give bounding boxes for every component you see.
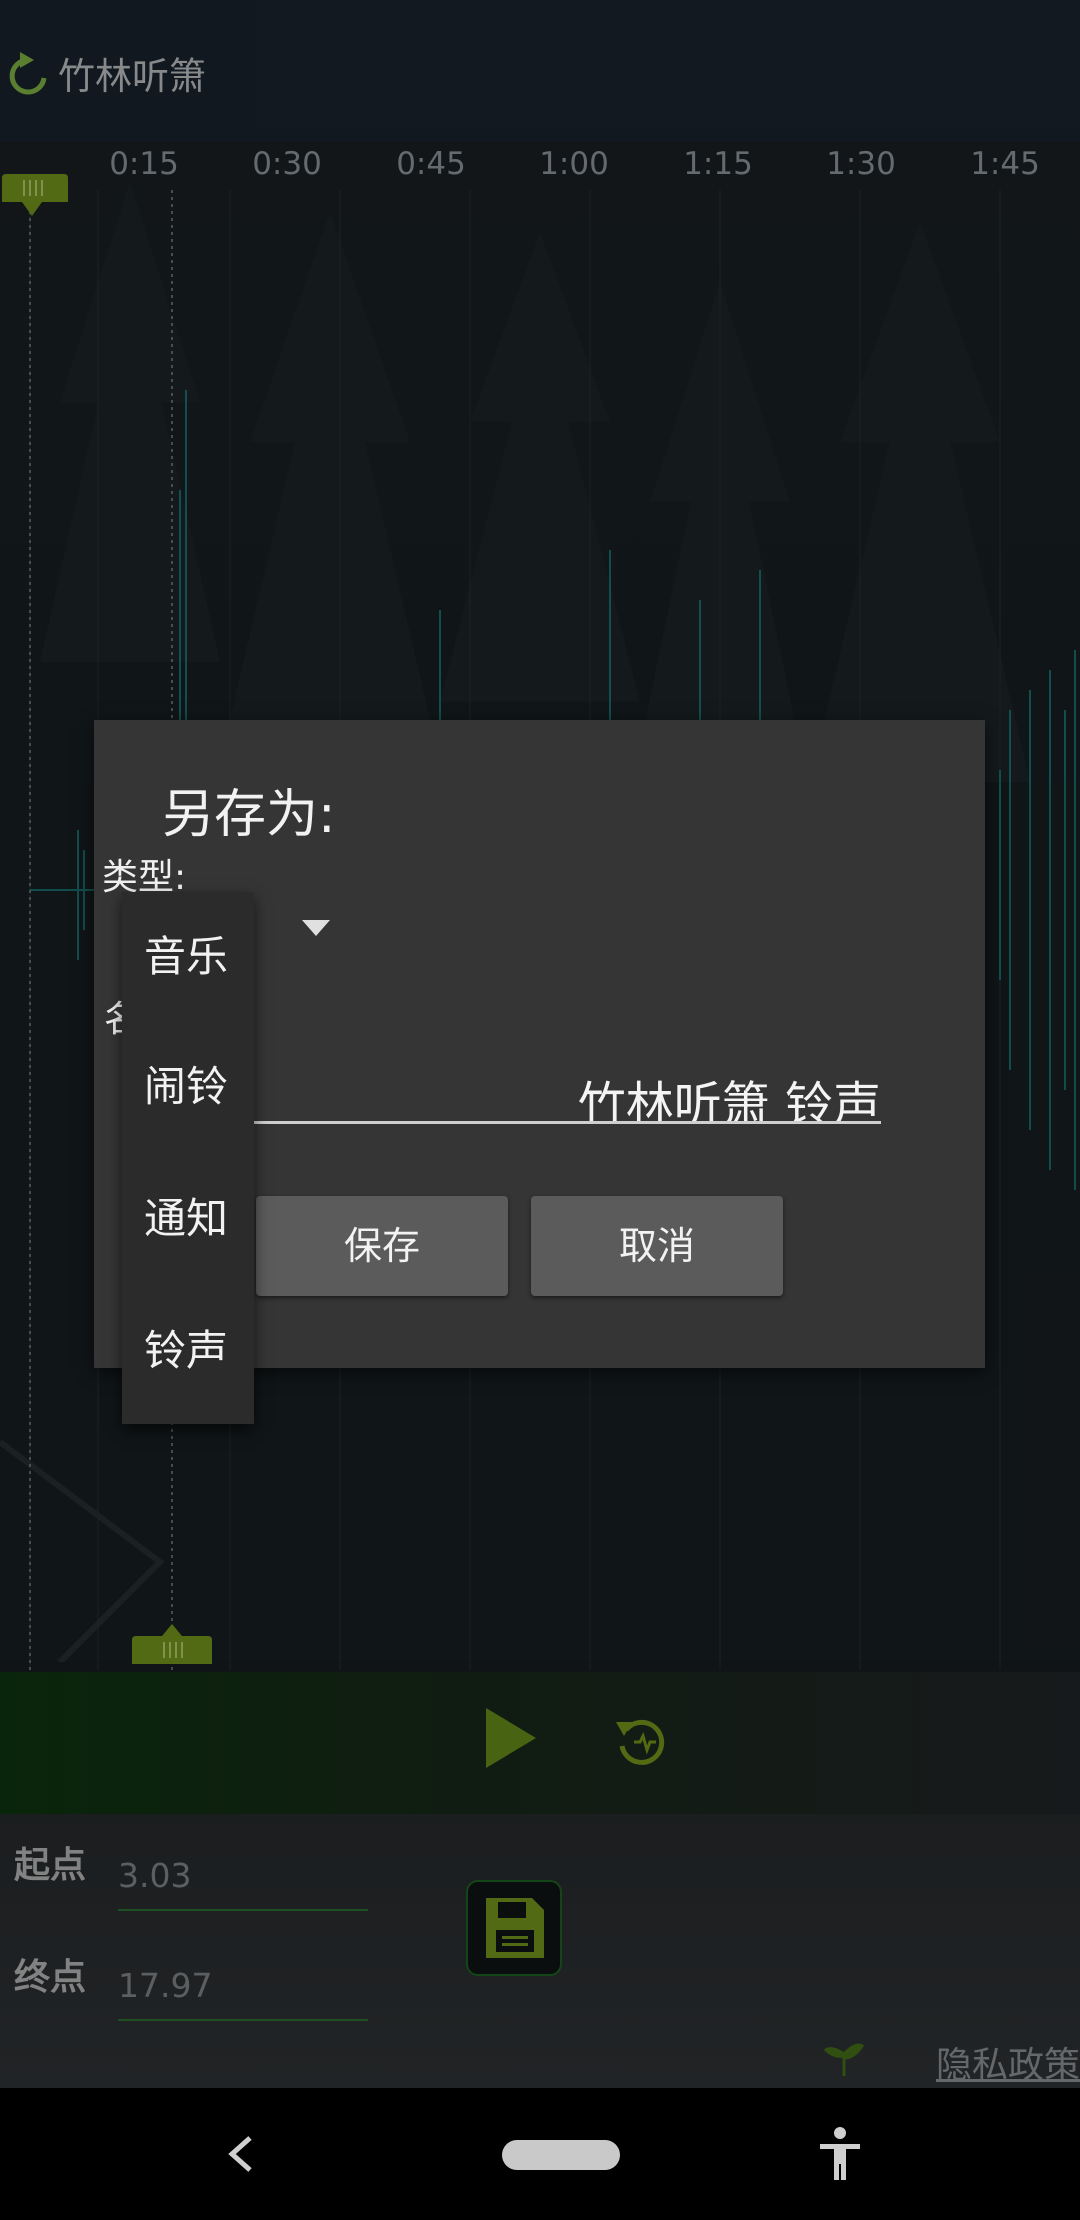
accessibility-icon[interactable]	[818, 2126, 862, 2182]
cancel-button[interactable]: 取消	[531, 1196, 783, 1296]
nav-home-pill[interactable]	[502, 2140, 620, 2170]
nav-back-icon[interactable]	[222, 2132, 258, 2176]
dropdown-option-ringtone[interactable]: 铃声	[122, 1286, 254, 1416]
save-dialog-button[interactable]: 保存	[256, 1196, 508, 1296]
type-dropdown-list: 音乐 闹铃 通知 铃声	[122, 892, 254, 1424]
chevron-down-icon[interactable]	[302, 920, 330, 936]
dropdown-option-music[interactable]: 音乐	[122, 892, 254, 1022]
dropdown-option-notification[interactable]: 通知	[122, 1154, 254, 1284]
dropdown-option-alarm[interactable]: 闹铃	[122, 1022, 254, 1152]
dialog-title: 另存为:	[162, 785, 336, 845]
